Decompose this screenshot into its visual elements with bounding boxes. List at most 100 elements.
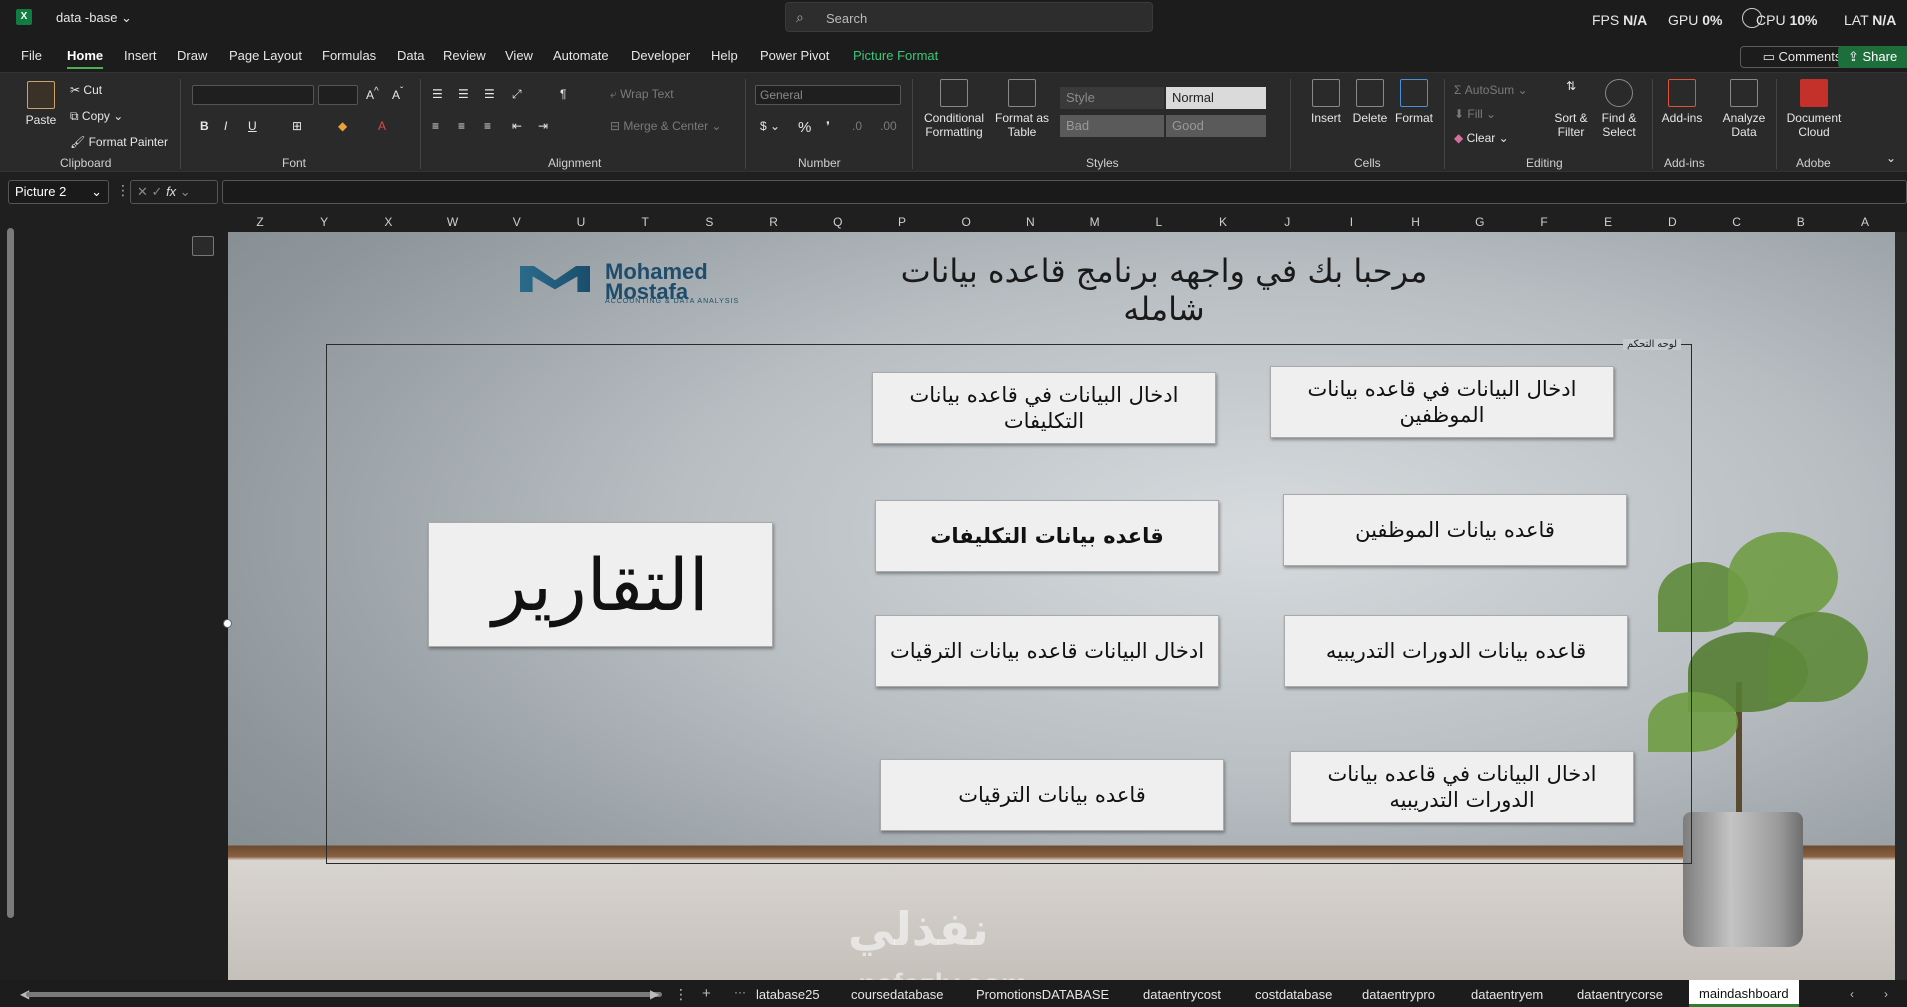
- tab-view[interactable]: View: [505, 48, 533, 63]
- column-header-cell[interactable]: J: [1255, 215, 1319, 229]
- tab-data[interactable]: Data: [397, 48, 424, 63]
- scroll-right-icon[interactable]: ▶: [650, 987, 659, 1001]
- find-select-button[interactable]: Find & Select: [1596, 79, 1642, 139]
- reports-button[interactable]: التقارير: [428, 522, 773, 647]
- increase-decimal-icon[interactable]: .0: [852, 119, 862, 133]
- currency-icon[interactable]: $ ⌄: [760, 119, 780, 133]
- number-format-select[interactable]: General: [755, 85, 901, 105]
- wrap-text-button[interactable]: ⤶ Wrap Text: [610, 87, 674, 102]
- align-top-icon[interactable]: ☰: [432, 87, 443, 101]
- italic-button[interactable]: I: [224, 119, 227, 133]
- column-header-cell[interactable]: T: [613, 215, 677, 229]
- tab-review[interactable]: Review: [443, 48, 486, 63]
- name-box[interactable]: Picture 2 ⌄: [8, 180, 109, 204]
- costs-database-button[interactable]: قاعده بيانات التكليفات: [875, 500, 1219, 572]
- sheet-tab-dataentryem[interactable]: dataentryem: [1471, 987, 1543, 1002]
- tab-home[interactable]: Home: [67, 48, 104, 69]
- column-header-cell[interactable]: Q: [806, 215, 870, 229]
- comma-icon[interactable]: ❜: [826, 119, 830, 133]
- enter-promotions-button[interactable]: ادخال البيانات قاعده بيانات الترقيات: [875, 615, 1219, 687]
- enter-icon[interactable]: ✓: [152, 184, 163, 199]
- decrease-decimal-icon[interactable]: .00: [880, 119, 897, 133]
- tab-automate[interactable]: Automate: [553, 48, 609, 63]
- align-left-icon[interactable]: ≡: [432, 119, 439, 133]
- shrink-font-button[interactable]: Aˇ: [392, 86, 403, 102]
- tab-insert[interactable]: Insert: [124, 48, 157, 63]
- merge-center-button[interactable]: ⊟ Merge & Center ⌄: [610, 119, 721, 133]
- column-header-cell[interactable]: E: [1576, 215, 1640, 229]
- column-header-cell[interactable]: R: [742, 215, 806, 229]
- column-header-cell[interactable]: B: [1769, 215, 1833, 229]
- tab-draw[interactable]: Draw: [177, 48, 207, 63]
- decrease-indent-icon[interactable]: ⇤: [512, 119, 522, 133]
- column-header-cell[interactable]: W: [421, 215, 485, 229]
- insert-cells-button[interactable]: Insert: [1306, 79, 1346, 125]
- tab-help[interactable]: Help: [711, 48, 738, 63]
- format-painter-button[interactable]: 🖌 Format Painter: [70, 135, 168, 149]
- sheet-tab-dataentrycost[interactable]: dataentrycost: [1143, 987, 1221, 1002]
- autosum-button[interactable]: Σ AutoSum ⌄: [1454, 83, 1528, 97]
- tab-picture-format[interactable]: Picture Format: [853, 48, 938, 63]
- column-header-cell[interactable]: N: [998, 215, 1062, 229]
- promotions-database-button[interactable]: قاعده بيانات الترقيات: [880, 759, 1224, 831]
- font-color-icon[interactable]: A: [378, 119, 386, 133]
- align-right-icon[interactable]: ≡: [484, 119, 491, 133]
- employees-database-button[interactable]: قاعده بيانات الموظفين: [1283, 494, 1627, 566]
- column-header-cell[interactable]: P: [870, 215, 934, 229]
- tab-developer[interactable]: Developer: [631, 48, 690, 63]
- vertical-scrollbar[interactable]: [0, 212, 20, 980]
- column-header-cell[interactable]: X: [356, 215, 420, 229]
- column-header-cell[interactable]: I: [1319, 215, 1383, 229]
- tab-power-pivot[interactable]: Power Pivot: [760, 48, 829, 63]
- sheet-tab-dataentrycorse[interactable]: dataentrycorse: [1577, 987, 1663, 1002]
- paste-button[interactable]: Paste: [24, 81, 58, 127]
- fill-color-icon[interactable]: ◆: [338, 119, 347, 133]
- column-header-cell[interactable]: A: [1833, 215, 1897, 229]
- sheet-tab-promotionsdatabase[interactable]: PromotionsDATABASE: [976, 987, 1109, 1002]
- horizontal-scrollbar[interactable]: [26, 992, 662, 997]
- cancel-icon[interactable]: ✕: [137, 184, 148, 199]
- column-header-cell[interactable]: O: [934, 215, 998, 229]
- share-button[interactable]: ⇪ Share: [1838, 46, 1907, 68]
- delete-cells-button[interactable]: Delete: [1350, 79, 1390, 125]
- sheet-tab-dataentrypro[interactable]: dataentrypro: [1362, 987, 1435, 1002]
- column-header-cell[interactable]: C: [1705, 215, 1769, 229]
- grow-font-button[interactable]: A^: [366, 86, 379, 102]
- font-size-select[interactable]: [318, 85, 358, 105]
- column-header-cell[interactable]: F: [1512, 215, 1576, 229]
- select-all-icon[interactable]: [192, 236, 214, 256]
- column-header-cell[interactable]: H: [1384, 215, 1448, 229]
- courses-database-button[interactable]: قاعده بيانات الدورات التدريبيه: [1284, 615, 1628, 687]
- copy-button[interactable]: ⧉ Copy ⌄: [70, 109, 123, 124]
- collapse-ribbon-icon[interactable]: ⌄: [1886, 151, 1896, 165]
- sort-filter-button[interactable]: ⇅ Sort & Filter: [1546, 79, 1596, 139]
- vertical-scroll-thumb[interactable]: [7, 228, 14, 918]
- column-header-cell[interactable]: V: [485, 215, 549, 229]
- sheet-tab-costdatabase[interactable]: costdatabase: [1255, 987, 1332, 1002]
- style-preview[interactable]: Style: [1060, 87, 1164, 109]
- style-normal[interactable]: Normal: [1166, 87, 1266, 109]
- column-header-cell[interactable]: G: [1448, 215, 1512, 229]
- enter-employees-button[interactable]: ادخال البيانات في قاعده بيانات الموظفين: [1270, 366, 1614, 438]
- format-as-table-button[interactable]: Format as Table: [992, 79, 1052, 139]
- fill-button[interactable]: ⬇ Fill ⌄: [1454, 107, 1496, 121]
- clear-button[interactable]: ◆ Clear ⌄: [1454, 131, 1509, 145]
- tab-page-layout[interactable]: Page Layout: [229, 48, 302, 63]
- sheet-tab-maindashboard[interactable]: maindashboard: [1689, 980, 1799, 1007]
- tab-formulas[interactable]: Formulas: [322, 48, 376, 63]
- enter-costs-button[interactable]: ادخال البيانات في قاعده بيانات التكليفات: [872, 372, 1216, 444]
- dashboard-picture[interactable]: Mohamed Mostafa ACCOUNTING & DATA ANALYSI…: [228, 232, 1900, 980]
- column-header-cell[interactable]: Z: [228, 215, 292, 229]
- sheet-tab-coursedatabase[interactable]: coursedatabase: [851, 987, 944, 1002]
- style-good[interactable]: Good: [1166, 115, 1266, 137]
- fx-icon[interactable]: fx: [166, 184, 176, 199]
- underline-button[interactable]: U: [248, 119, 257, 133]
- tab-file[interactable]: File: [21, 48, 42, 63]
- conditional-formatting-button[interactable]: Conditional Formatting: [918, 79, 990, 139]
- more-sheets-icon[interactable]: ···: [734, 985, 746, 999]
- align-middle-icon[interactable]: ☰: [458, 87, 469, 101]
- align-center-icon[interactable]: ≡: [458, 119, 465, 133]
- more-options-icon[interactable]: ⋮: [674, 986, 688, 1003]
- document-cloud-button[interactable]: Document Cloud: [1782, 79, 1846, 139]
- style-bad[interactable]: Bad: [1060, 115, 1164, 137]
